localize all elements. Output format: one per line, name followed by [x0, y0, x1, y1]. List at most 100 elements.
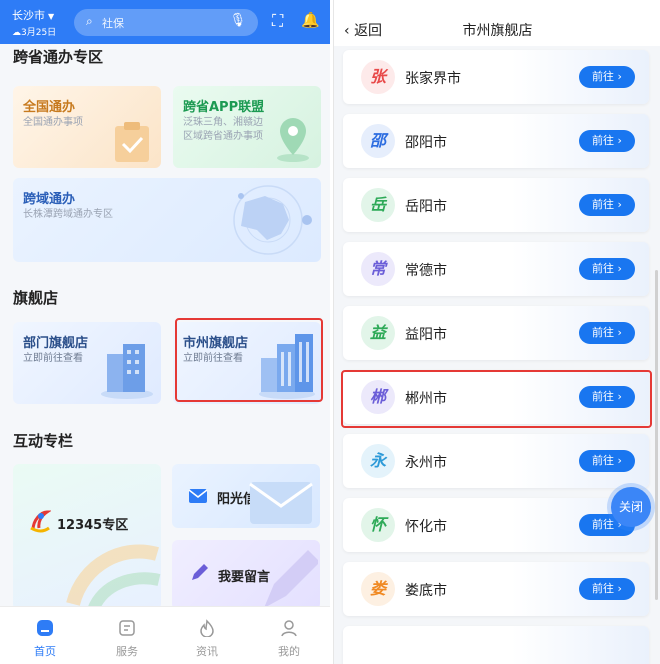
date-label: 3月25日 — [21, 28, 57, 38]
card-sunshine-petition[interactable]: 阳光信访 — [172, 464, 320, 528]
bottom-nav: 首页 服务 资讯 我的 — [0, 606, 330, 664]
page-title: 市州旗舰店 — [462, 23, 533, 39]
city-flagship-screen: ‹ 返回 市州旗舰店 张张家界市 前往 › 邵邵阳市 前往 › 岳岳阳市 前往 › 常常德市… — [333, 0, 660, 664]
city-row[interactable]: 怀怀化市 前往 › — [343, 498, 649, 552]
building-icon — [101, 344, 153, 399]
nav-profile[interactable]: 我的 — [248, 607, 330, 664]
pencil-bg — [264, 550, 318, 608]
go-button[interactable]: 前往 › — [579, 258, 635, 280]
card-title: 跨域通办 — [23, 192, 76, 207]
city-badge-icon: 益 — [361, 316, 395, 350]
nav-news[interactable]: 资讯 — [166, 607, 248, 664]
section-title-interactive: 互动专栏 — [13, 432, 74, 450]
search-icon: ⌕ — [86, 14, 93, 28]
city-name: 常德市 — [405, 263, 447, 279]
card-subtitle-1: 泛珠三角、湘赣边 — [183, 117, 263, 128]
page-header: ‹ 返回 市州旗舰店 — [334, 0, 660, 46]
city-name: 邵阳市 — [405, 135, 447, 151]
go-label: 前往 — [592, 326, 615, 339]
city-name: 张家界市 — [405, 71, 461, 87]
city-name: 岳阳市 — [405, 199, 447, 215]
card-cross-province-app[interactable]: 跨省APP联盟 泛珠三角、湘赣边 区域跨省通办事项 — [173, 86, 321, 168]
news-icon — [200, 619, 214, 637]
card-subtitle-2: 区域跨省通办事项 — [183, 131, 263, 142]
city-row[interactable]: 邵邵阳市 前往 › — [343, 114, 649, 168]
weather-icon: ☁ — [12, 28, 21, 38]
top-bar: 长沙市 ▼ ☁3月25日 ⌕ 社保 🎙 ⛶ 🔔 — [0, 0, 330, 44]
city-name: 娄底市 — [405, 583, 447, 599]
scan-icon[interactable]: ⛶ — [272, 11, 283, 31]
go-button[interactable]: 前往 › — [579, 578, 635, 600]
search-placeholder: 社保 — [102, 17, 124, 30]
go-label: 前往 — [592, 70, 615, 83]
city-row[interactable]: 张张家界市 前往 › — [343, 50, 649, 104]
close-button[interactable]: 关闭 — [611, 487, 651, 527]
go-label: 前往 — [592, 518, 615, 531]
caret-down-icon: ▼ — [48, 12, 55, 21]
city-row[interactable]: 益益阳市 前往 › — [343, 306, 649, 360]
card-nationwide[interactable]: 全国通办 全国通办事项 — [13, 86, 161, 168]
card-title: 跨省APP联盟 — [183, 100, 265, 115]
city-badge-icon: 岳 — [361, 188, 395, 222]
city-row-partial[interactable] — [343, 626, 649, 664]
nav-label: 服务 — [116, 645, 138, 658]
search-box[interactable]: ⌕ 社保 🎙 — [74, 9, 258, 36]
city-badge-icon: 常 — [361, 252, 395, 286]
city-badge-icon: 邵 — [361, 124, 395, 158]
card-department-flagship[interactable]: 部门旗舰店 立即前往查看 — [13, 322, 161, 404]
card-12345[interactable]: 12345专区 — [13, 464, 161, 610]
card-subtitle: 长株潭跨域通办专区 — [23, 209, 113, 220]
card-title: 部门旗舰店 — [23, 336, 89, 351]
go-button[interactable]: 前往 › — [579, 66, 635, 88]
home-icon — [37, 620, 53, 636]
pencil-icon — [192, 564, 208, 580]
city-row[interactable]: 永永州市 前往 › — [343, 434, 649, 488]
highlight-box — [175, 318, 323, 402]
go-button[interactable]: 前往 › — [579, 322, 635, 344]
city-row[interactable]: 岳岳阳市 前往 › — [343, 178, 649, 232]
go-label: 前往 — [592, 198, 615, 211]
go-button[interactable]: 前往 › — [579, 450, 635, 472]
chevron-right-icon: › — [614, 454, 622, 467]
go-button[interactable]: 前往 › — [579, 194, 635, 216]
go-label: 前往 — [592, 262, 615, 275]
go-label: 前往 — [592, 582, 615, 595]
city-row[interactable]: 常常德市 前往 › — [343, 242, 649, 296]
weather-date: ☁3月25日 — [12, 25, 56, 38]
card-leave-message[interactable]: 我要留言 — [172, 540, 320, 610]
nav-label: 我的 — [278, 645, 300, 658]
chevron-right-icon: › — [614, 326, 622, 339]
profile-icon — [281, 620, 297, 637]
city-badge-icon: 张 — [361, 60, 395, 94]
scrollbar[interactable] — [655, 270, 658, 600]
chevron-right-icon: › — [614, 198, 622, 211]
map-icon — [233, 185, 312, 255]
highlight-box — [341, 370, 652, 428]
city-badge-icon: 娄 — [361, 572, 395, 606]
go-button[interactable]: 前往 › — [579, 130, 635, 152]
envelope-bg — [249, 482, 313, 524]
city-selector[interactable]: 长沙市 ▼ — [12, 7, 54, 23]
envelope-icon — [188, 489, 208, 503]
mic-icon[interactable]: 🎙 — [229, 13, 246, 28]
nav-label: 资讯 — [196, 645, 218, 658]
city-name: 怀化市 — [405, 519, 447, 535]
city-name: 益阳市 — [405, 327, 447, 343]
service-icon — [119, 620, 135, 636]
chevron-right-icon: › — [614, 70, 622, 83]
location-pin-icon — [277, 118, 309, 162]
chevron-right-icon: › — [614, 582, 622, 595]
section-title-flagship: 旗舰店 — [13, 289, 59, 307]
city-badge-icon: 永 — [361, 444, 395, 478]
nav-home[interactable]: 首页 — [4, 607, 86, 664]
hotline-logo-icon — [30, 510, 51, 533]
city-row[interactable]: 娄娄底市 前往 › — [343, 562, 649, 616]
clipboard-icon — [115, 122, 149, 162]
bell-icon[interactable]: 🔔 — [301, 11, 320, 29]
chevron-right-icon: › — [614, 134, 622, 147]
go-label: 前往 — [592, 454, 615, 467]
decorative-swirl — [66, 544, 161, 610]
card-cross-region[interactable]: 跨域通办 长株潭跨域通办专区 — [13, 178, 321, 262]
nav-label: 首页 — [34, 645, 56, 658]
nav-service[interactable]: 服务 — [86, 607, 168, 664]
